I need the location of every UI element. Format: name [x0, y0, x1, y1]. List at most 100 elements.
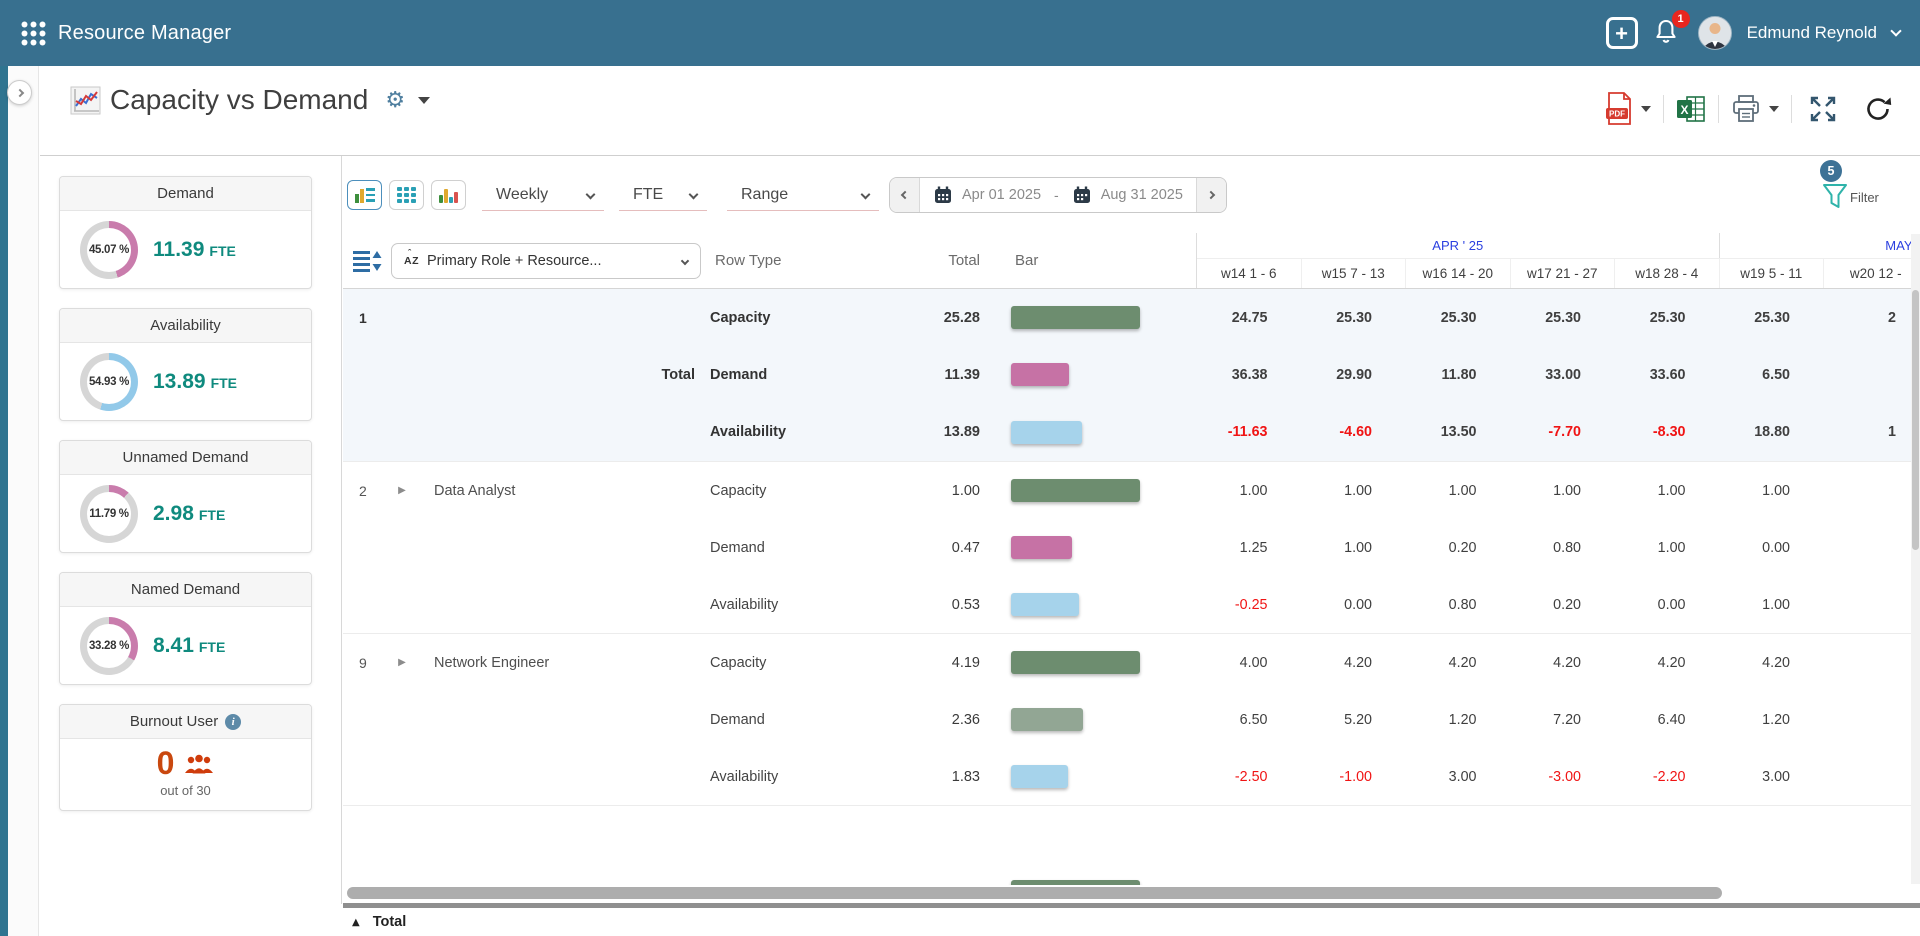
- info-icon[interactable]: i: [225, 714, 241, 730]
- app-grid-icon[interactable]: [20, 20, 47, 47]
- week-value: 25.30: [1495, 310, 1600, 326]
- date-range-picker: Apr 01 2025 - Aug 31 2025: [889, 177, 1227, 213]
- table-row: Demand0.471.251.000.200.801.000.00: [343, 519, 1920, 576]
- refresh-button[interactable]: [1864, 95, 1892, 123]
- week-value: 4.00: [1704, 884, 1809, 886]
- week-value: 1.25: [1181, 540, 1286, 556]
- combo-view-icon: [355, 187, 375, 203]
- avatar[interactable]: [1698, 16, 1732, 50]
- chevron-down-icon: [861, 190, 871, 200]
- week-value: 1.20: [1704, 712, 1809, 728]
- week-header: w20 12 -: [1824, 259, 1920, 288]
- table-row: 2▶Data AnalystCapacity1.001.001.001.001.…: [343, 462, 1920, 519]
- table-header: AˆZ Primary Role + Resource... Row Type …: [343, 233, 1920, 289]
- settings-gear-icon[interactable]: ⚙: [385, 88, 405, 113]
- week-value: 1.00: [1181, 483, 1286, 499]
- svg-text:X: X: [1680, 103, 1688, 117]
- kpi-value: 13.89FTE: [153, 370, 237, 394]
- view-toggle-chart[interactable]: [431, 180, 466, 210]
- kpi-value-number: 2.98: [153, 502, 194, 525]
- role-group[interactable]: 2▶Data AnalystCapacity1.001.001.001.001.…: [343, 461, 1920, 633]
- kpi-card-body: 45.07 %11.39FTE: [60, 211, 311, 288]
- group-by-dropdown[interactable]: AˆZ Primary Role + Resource...: [391, 243, 701, 279]
- view-toggle-grid[interactable]: [389, 180, 424, 210]
- sidebar-expand-button[interactable]: [7, 80, 32, 105]
- week-value: 0.20: [1495, 597, 1600, 613]
- settings-chevron-icon[interactable]: [418, 97, 430, 104]
- week-value: 36.38: [1181, 367, 1286, 383]
- week-value: 0.80: [1390, 597, 1495, 613]
- week-header: w17 21 - 27: [1511, 259, 1616, 288]
- filter-button[interactable]: 5 Filter: [1820, 160, 1906, 218]
- chevron-down-icon: [681, 256, 689, 264]
- week-value: 4.20: [1495, 655, 1600, 671]
- week-value: -2.50: [1181, 769, 1286, 785]
- table-row: 1Capacity25.2824.7525.3025.3025.3025.302…: [343, 289, 1920, 346]
- add-button[interactable]: +: [1606, 17, 1638, 49]
- total-bar: [1011, 651, 1140, 674]
- collapse-total-icon[interactable]: ▲: [352, 917, 360, 928]
- kpi-card-body: 11.79 %2.98FTE: [60, 475, 311, 552]
- week-value: 6.50: [1704, 367, 1809, 383]
- month-header: MAY: [1720, 233, 1920, 258]
- bar-cell: [996, 880, 1181, 885]
- date-to-field[interactable]: Aug 31 2025: [1059, 185, 1196, 205]
- view-toggle-combo[interactable]: [347, 180, 382, 210]
- week-value: -8.30: [1599, 424, 1704, 440]
- kpi-value-unit: FTE: [211, 375, 237, 391]
- pdf-dropdown-caret: [1641, 106, 1651, 112]
- collapsed-sidebar: [8, 66, 39, 936]
- date-prev-button[interactable]: [890, 178, 920, 212]
- print-button[interactable]: [1731, 94, 1779, 124]
- week-value: 24.75: [1181, 310, 1286, 326]
- kpi-gauge: 54.93 %: [80, 353, 138, 411]
- horizontal-scrollbar-thumb[interactable]: [347, 887, 1722, 899]
- total-bar: [1011, 765, 1068, 788]
- table-body: 1Capacity25.2824.7525.3025.3025.3025.302…: [343, 289, 1920, 885]
- table-row: 9▶Network EngineerCapacity4.194.004.204.…: [343, 634, 1920, 691]
- kpi-card-body: 33.28 %8.41FTE: [60, 607, 311, 684]
- week-value: 11.80: [1390, 367, 1495, 383]
- role-group[interactable]: 57▶Network Operations ManagerCapacity4.0…: [343, 805, 1920, 885]
- row-order-icon[interactable]: [353, 249, 383, 273]
- week-header-row: w14 1 - 6w15 7 - 13w16 14 - 20w17 21 - 2…: [1197, 259, 1920, 288]
- capacity-vs-demand-panel: Weekly FTE Range: [343, 156, 1920, 936]
- notifications-button[interactable]: 1: [1653, 17, 1683, 49]
- week-header: w15 7 - 13: [1302, 259, 1407, 288]
- bar-cell: [996, 593, 1181, 616]
- kpi-value-unit: FTE: [209, 243, 235, 259]
- unit-select[interactable]: FTE: [619, 179, 707, 211]
- expand-arrow-icon[interactable]: ▶: [398, 657, 406, 668]
- role-group[interactable]: 9▶Network EngineerCapacity4.194.004.204.…: [343, 633, 1920, 805]
- week-value: 4.20: [1286, 655, 1391, 671]
- table-row: Availability0.53-0.250.000.800.200.001.0…: [343, 576, 1920, 633]
- arrow-cell: ▶: [385, 485, 419, 496]
- week-value: 29.90: [1286, 367, 1391, 383]
- week-value: 1: [1808, 424, 1913, 440]
- role-name: Network Operations Manager: [419, 884, 695, 886]
- total-bar: [1011, 479, 1140, 502]
- fullscreen-button[interactable]: [1808, 94, 1838, 124]
- week-value: 1.00: [1495, 483, 1600, 499]
- export-pdf-button[interactable]: PDF: [1605, 92, 1651, 125]
- bar-cell: [996, 651, 1181, 674]
- role-group[interactable]: 1Capacity25.2824.7525.3025.3025.3025.302…: [343, 289, 1920, 461]
- role-name: Total: [419, 367, 695, 383]
- week-value: 25.30: [1599, 310, 1704, 326]
- filter-label: Filter: [1850, 190, 1879, 205]
- range-select-value: Range: [741, 186, 788, 204]
- total-bar: [1011, 306, 1140, 329]
- user-menu-chevron-icon[interactable]: [1890, 25, 1901, 36]
- week-value: 4.00: [1286, 884, 1391, 886]
- burnout-caption: out of 30: [60, 783, 311, 798]
- range-select[interactable]: Range: [727, 179, 879, 211]
- footer-total-label: Total: [373, 914, 407, 930]
- role-name: Network Engineer: [419, 655, 695, 671]
- date-from-field[interactable]: Apr 01 2025: [920, 185, 1054, 205]
- expand-arrow-icon[interactable]: ▶: [398, 485, 406, 496]
- date-next-button[interactable]: [1196, 178, 1226, 212]
- vertical-scrollbar-thumb[interactable]: [1912, 290, 1919, 550]
- view-toolbar: Weekly FTE Range: [347, 176, 1227, 214]
- interval-select[interactable]: Weekly: [482, 179, 604, 211]
- export-excel-button[interactable]: X: [1676, 94, 1706, 124]
